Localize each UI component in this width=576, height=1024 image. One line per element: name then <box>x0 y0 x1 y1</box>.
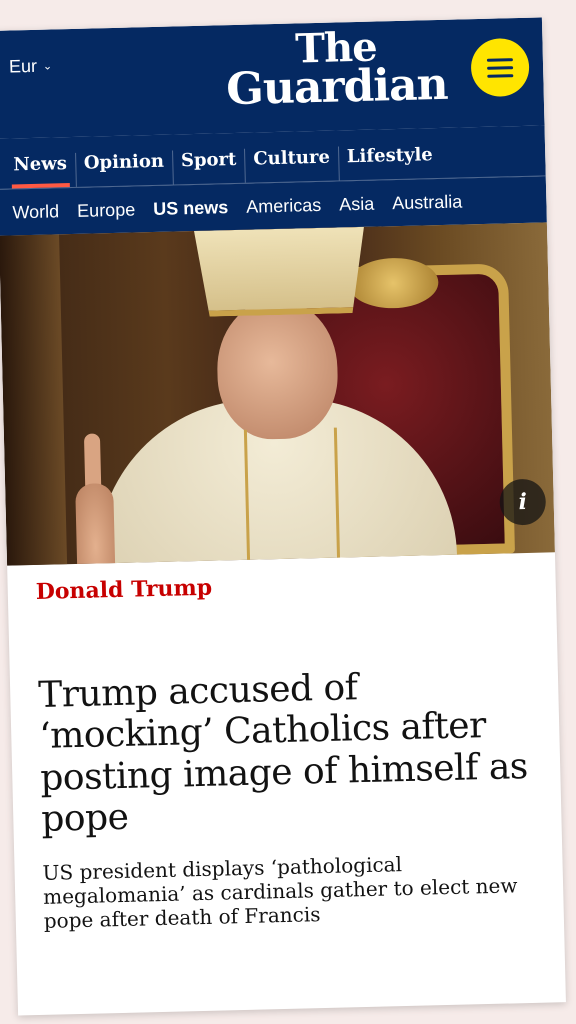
pillar-label: Sport <box>180 148 237 172</box>
article-standfirst: US president displays ‘pathological mega… <box>42 851 518 934</box>
pillar-label: Opinion <box>83 150 165 174</box>
article: Donald Trump Trump accused of ‘mocking’ … <box>7 552 564 934</box>
edition-picker[interactable]: Eur ⌄ <box>9 55 53 77</box>
subnav-world[interactable]: World <box>12 201 59 223</box>
guardian-logo[interactable]: The Guardian <box>225 24 449 115</box>
phone-screen: Eur ⌄ The Guardian News Opinion Sport Cu… <box>0 17 566 1016</box>
pillar-sport[interactable]: Sport <box>172 148 246 185</box>
background-curtain <box>0 234 68 566</box>
pillar-label: News <box>13 153 68 176</box>
pillar-label: Culture <box>253 146 331 170</box>
menu-bar-2 <box>487 65 514 70</box>
subnav-americas[interactable]: Americas <box>246 194 322 217</box>
logo-line-2: Guardian <box>225 58 449 115</box>
hamburger-menu-icon[interactable] <box>470 37 530 98</box>
screenshot-stage: Eur ⌄ The Guardian News Opinion Sport Cu… <box>0 0 576 1024</box>
subnav-europe[interactable]: Europe <box>77 199 136 221</box>
subnav-australia[interactable]: Australia <box>392 191 463 214</box>
pillar-label: Lifestyle <box>346 144 434 168</box>
mitre <box>194 227 366 317</box>
chevron-down-icon: ⌄ <box>42 60 53 73</box>
pillar-opinion[interactable]: Opinion <box>75 150 174 187</box>
pillar-news[interactable]: News <box>5 152 77 189</box>
masthead: Eur ⌄ The Guardian <box>0 17 545 139</box>
pillar-lifestyle[interactable]: Lifestyle <box>339 144 442 180</box>
raised-hand <box>75 483 116 566</box>
subnav-us-news[interactable]: US news <box>153 197 229 220</box>
info-icon[interactable]: i <box>499 478 547 526</box>
menu-bar-3 <box>487 73 514 78</box>
edition-label: Eur <box>8 55 38 77</box>
subnav-asia[interactable]: Asia <box>339 193 375 215</box>
menu-bar-1 <box>486 57 513 62</box>
info-label: i <box>518 488 528 516</box>
article-headline: Trump accused of ‘mocking’ Catholics aft… <box>37 667 529 841</box>
pillar-culture[interactable]: Culture <box>245 146 340 183</box>
hero-image: i <box>0 222 555 566</box>
